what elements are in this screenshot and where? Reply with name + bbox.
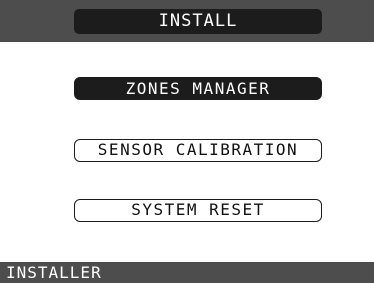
header-bar: INSTALL: [0, 0, 374, 42]
status-bar: INSTALLER: [0, 262, 374, 283]
system-reset-button[interactable]: SYSTEM RESET: [74, 199, 322, 222]
zones-manager-button[interactable]: ZONES MANAGER: [74, 77, 322, 100]
install-screen: INSTALL ZONES MANAGER SENSOR CALIBRATION…: [0, 0, 374, 283]
page-title: INSTALL: [74, 9, 322, 34]
sensor-calibration-button[interactable]: SENSOR CALIBRATION: [74, 139, 322, 162]
